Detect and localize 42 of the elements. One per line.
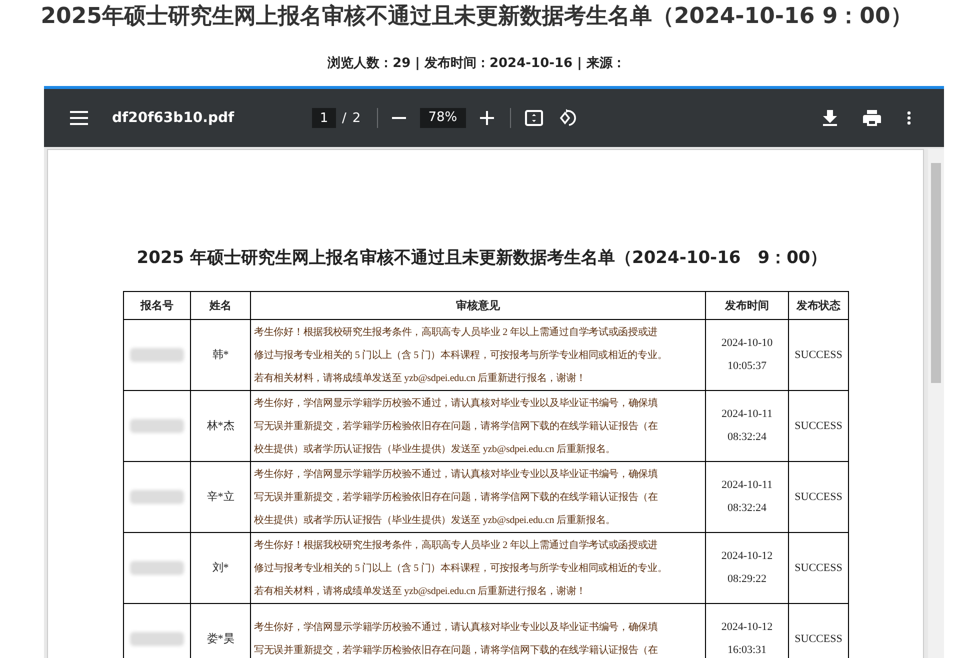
time-cell: 2024-10-11 08:32:24 bbox=[706, 390, 788, 462]
rotate-icon[interactable] bbox=[558, 109, 577, 127]
status-cell: SUCCESS bbox=[788, 462, 848, 532]
page-number-field[interactable]: 1 bbox=[312, 108, 336, 128]
status-cell: SUCCESS bbox=[788, 532, 848, 604]
comment-cell: 考生你好，学信网显示学籍学历校验不通过，请认真核对毕业专业以及毕业证书编号，确保填 写无误并重新提交，若学籍学历检验依旧存在问题，请将学信网下载的在线学籍认证报告（在 校生提供）或者学历认证报告（毕业生提供）发送至 yzb@sdpei.edu.cn 后重新报名。 bbox=[250, 390, 706, 462]
zoom-level-field[interactable]: 78% bbox=[420, 108, 466, 128]
file-name: df20f63b10.pdf bbox=[112, 110, 236, 126]
comment-cell: 考生你好！根据我校研究生报考条件，高职高专人员毕业 2 年以上需通过自学考试或函授或进 修过与报考专业相关的 5 门以上（含 5 门）本科课程，可按报考与所学专业相同或相近的专业。 若有相关材料，请将成绩单发送至 yzb@sdpei.edu.cn 后重新进行报名，谢谢！ bbox=[250, 320, 706, 390]
name-cell: 林*杰 bbox=[190, 390, 250, 462]
column-header: 姓名 bbox=[190, 292, 250, 320]
scrollbar[interactable] bbox=[928, 149, 944, 658]
redacted-block bbox=[130, 560, 184, 575]
article-meta: 浏览人数：29 | 发布时间：2024-10-16 | 来源： bbox=[326, 54, 626, 73]
redacted-block bbox=[130, 632, 184, 646]
redacted-block bbox=[130, 348, 184, 362]
time-cell: 2024-10-12 08:29:22 bbox=[706, 532, 788, 604]
comment-cell: 考生你好，学信网显示学籍学历校验不通过，请认真核对毕业专业以及毕业证书编号，确保填 写无误并重新提交，若学籍学历检验依旧存在问题，请将学信网下载的在线学籍认证报告（在 校生提供）或者学历认证报告（毕业生提供）发送至 yzb@sdpei.edu.cn 后重新报名。 bbox=[250, 462, 706, 532]
time-cell: 2024-10-11 08:32:24 bbox=[706, 462, 788, 532]
print-icon[interactable] bbox=[863, 110, 881, 126]
column-header: 发布状态 bbox=[788, 292, 848, 320]
page-separator: / bbox=[342, 110, 346, 126]
document-title: 2025 年硕士研究生网上报名审核不通过且未更新数据考生名单（2024-10-16 9：00） bbox=[136, 247, 828, 269]
more-options-icon[interactable] bbox=[907, 111, 911, 125]
page-total: 2 bbox=[352, 110, 361, 126]
name-cell: 刘* bbox=[190, 532, 250, 604]
name-cell: 辛*立 bbox=[190, 462, 250, 532]
status-cell: SUCCESS bbox=[788, 390, 848, 462]
redacted-block bbox=[130, 490, 184, 504]
status-cell: SUCCESS bbox=[788, 320, 848, 390]
zoom-in-icon[interactable] bbox=[480, 111, 494, 125]
column-header: 报名号 bbox=[124, 292, 190, 320]
redacted-block bbox=[130, 418, 184, 433]
name-cell: 韩* bbox=[190, 320, 250, 390]
fit-page-icon[interactable] bbox=[524, 110, 543, 126]
menu-icon[interactable] bbox=[70, 111, 88, 125]
comment-cell: 考生你好！根据我校研究生报考条件，高职高专人员毕业 2 年以上需通过自学考试或函授或进 修过与报考专业相关的 5 门以上（含 5 门）本科课程，可按报考与所学专业相同或相近的专业。 若有相关材料，请将成绩单发送至 yzb@sdpei.edu.cn 后重新进行报名，谢谢！ bbox=[250, 532, 706, 604]
page-title: 2025年硕士研究生网上报名审核不通过且未更新数据考生名单（2024-10-16 9：00） bbox=[40, 2, 914, 31]
column-header: 发布时间 bbox=[706, 292, 788, 320]
time-cell: 2024-10-10 10:05:37 bbox=[706, 320, 788, 390]
download-icon[interactable] bbox=[823, 110, 837, 126]
column-header: 审核意见 bbox=[250, 292, 706, 320]
